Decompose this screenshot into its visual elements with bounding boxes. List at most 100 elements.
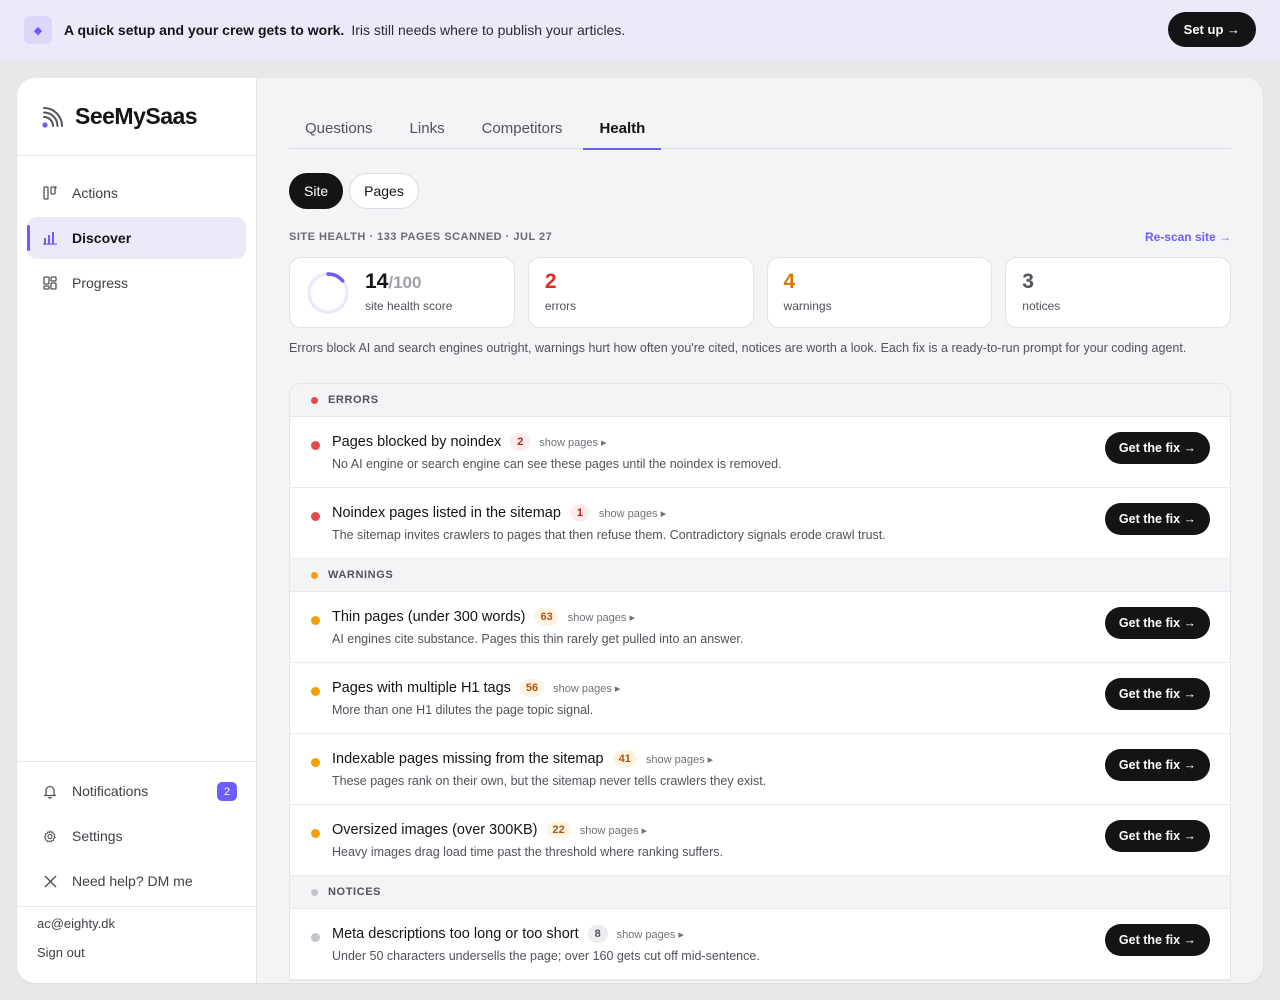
get-the-fix-button[interactable]: Get the fix → <box>1104 678 1210 710</box>
sidebar-item-notifications[interactable]: Notifications 2 <box>27 770 247 812</box>
issues-list: ERRORS Pages blocked by noindex 2 show page… <box>289 383 1231 981</box>
notification-count-badge: 2 <box>217 782 237 801</box>
sidebar: SeeMySaas Actions Discover Progress Noti… <box>17 78 257 983</box>
issue-title-row: Meta descriptions too long or too short 8… <box>332 925 684 943</box>
sidebar-item-label: Discover <box>72 230 132 246</box>
main-content: Questions Links Competitors Health Site … <box>289 78 1232 983</box>
errors-count: 2 <box>544 270 557 293</box>
rss-icon <box>42 106 63 128</box>
issue-row: Pages with multiple H1 tags 56 show pages … <box>290 663 1230 734</box>
sidebar-item-label: Actions <box>72 185 118 201</box>
warnings-count: 4 <box>783 270 796 293</box>
notices-count: 3 <box>1022 270 1034 293</box>
issue-title-row: Thin pages (under 300 words) 63 show pages… <box>332 608 635 626</box>
logo[interactable]: SeeMySaas <box>17 78 256 156</box>
sidebar-item-actions[interactable]: Actions <box>27 172 246 214</box>
diamond-icon: ◆ <box>24 16 52 44</box>
segment-pages[interactable]: Pages <box>349 173 419 209</box>
severity-dot <box>311 687 320 696</box>
issue-count-badge: 63 <box>534 608 559 626</box>
issue-description: Under 50 characters undersells the page;… <box>332 949 760 963</box>
x-icon <box>43 874 57 888</box>
get-the-fix-button[interactable]: Get the fix → <box>1104 607 1210 639</box>
health-score-label: site health score <box>365 299 453 313</box>
issue-count-badge: 22 <box>546 821 571 839</box>
sidebar-footer: Notifications 2 Settings Need help? DM m… <box>17 761 257 983</box>
app-window: SeeMySaas Actions Discover Progress Noti… <box>17 78 1263 983</box>
issue-row: Thin pages (under 300 words) 63 show pages… <box>290 592 1230 663</box>
actions-icon <box>43 186 57 200</box>
issue-row: Meta descriptions too long or too short 8… <box>290 909 1230 980</box>
show-pages-link[interactable]: show pages ▸ <box>568 611 635 624</box>
warnings-label: warnings <box>783 299 832 313</box>
sidebar-item-settings[interactable]: Settings <box>27 815 247 857</box>
show-pages-link[interactable]: show pages ▸ <box>580 824 647 837</box>
show-pages-link[interactable]: show pages ▸ <box>646 753 713 766</box>
get-the-fix-button[interactable]: Get the fix → <box>1104 924 1210 956</box>
bar-chart-icon <box>43 231 57 245</box>
banner-message: Iris still needs where to publish your a… <box>351 22 626 38</box>
severity-dot <box>311 888 318 896</box>
set-up-button[interactable]: Set up → <box>1167 12 1256 47</box>
issue-description: AI engines cite substance. Pages this th… <box>332 632 744 646</box>
issue-count-badge: 56 <box>519 679 545 697</box>
tab-health[interactable]: Health <box>583 108 662 150</box>
gear-icon <box>43 829 57 843</box>
get-the-fix-button[interactable]: Get the fix → <box>1104 432 1210 464</box>
group-header-warnings: WARNINGS <box>290 559 1230 592</box>
issue-description: More than one H1 dilutes the page topic … <box>332 703 594 717</box>
issue-description: The sitemap invites crawlers to pages th… <box>332 528 886 542</box>
issue-row: Indexable pages missing from the sitemap… <box>290 734 1230 805</box>
sidebar-item-discover[interactable]: Discover <box>27 217 246 259</box>
get-the-fix-button[interactable]: Get the fix → <box>1104 749 1210 781</box>
show-pages-link[interactable]: show pages ▸ <box>599 507 666 520</box>
severity-dot <box>311 396 318 404</box>
tab-competitors[interactable]: Competitors <box>466 108 579 149</box>
banner-headline: A quick setup and your crew gets to work… <box>64 22 345 38</box>
issue-description: No AI engine or search engine can see th… <box>332 457 782 471</box>
rescan-site-link[interactable]: Re-scan site → <box>1145 230 1231 244</box>
summary-cards: 14/100 site health score 2 errors 4 warn… <box>289 257 1232 328</box>
show-pages-link[interactable]: show pages ▸ <box>539 436 606 449</box>
issue-row: Noindex pages listed in the sitemap 1 show… <box>290 488 1230 559</box>
issue-title-row: Noindex pages listed in the sitemap 1 show… <box>332 504 666 522</box>
scan-summary: SITE HEALTH · 133 PAGES SCANNED · JUL 27 <box>289 231 553 243</box>
get-the-fix-button[interactable]: Get the fix → <box>1104 503 1210 535</box>
issue-row: Oversized images (over 300KB) 22 show page… <box>290 805 1230 876</box>
show-pages-link[interactable]: show pages ▸ <box>553 682 620 695</box>
bell-icon <box>43 784 57 799</box>
tab-links[interactable]: Links <box>394 108 461 149</box>
sidebar-item-label: Need help? DM me <box>72 873 193 889</box>
warnings-card: 4 warnings <box>766 257 993 328</box>
tab-questions[interactable]: Questions <box>289 108 389 149</box>
get-the-fix-button[interactable]: Get the fix → <box>1104 820 1210 852</box>
issue-title: Indexable pages missing from the sitemap <box>332 751 604 767</box>
sidebar-item-label: Settings <box>72 828 123 844</box>
sign-out-link[interactable]: Sign out <box>37 945 237 960</box>
brand-name: SeeMySaas <box>75 103 198 129</box>
issue-title-row: Pages blocked by noindex 2 show pages ▸ <box>332 433 607 451</box>
health-score-card: 14/100 site health score <box>289 257 515 328</box>
issue-title: Noindex pages listed in the sitemap <box>332 505 561 521</box>
segment-site[interactable]: Site <box>289 173 344 209</box>
account-panel: ac@eighty.dk Sign out <box>17 906 257 983</box>
errors-label: errors <box>544 299 577 313</box>
issue-title-row: Oversized images (over 300KB) 22 show page… <box>332 821 647 839</box>
severity-dot <box>311 441 320 450</box>
issue-title: Thin pages (under 300 words) <box>332 609 526 625</box>
main-nav: Actions Discover Progress <box>17 156 256 304</box>
health-score-ring <box>307 272 349 314</box>
show-pages-link[interactable]: show pages ▸ <box>617 928 684 941</box>
issue-count-badge: 8 <box>587 925 608 943</box>
issue-title-row: Pages with multiple H1 tags 56 show pages … <box>332 679 620 697</box>
errors-card: 2 errors <box>527 257 754 328</box>
severity-dot <box>311 758 320 767</box>
setup-banner: ◆ A quick setup and your crew gets to wo… <box>0 0 1280 60</box>
sidebar-item-progress[interactable]: Progress <box>27 262 246 304</box>
issue-title-row: Indexable pages missing from the sitemap… <box>332 750 713 768</box>
sidebar-item-help[interactable]: Need help? DM me <box>27 860 247 902</box>
sidebar-item-label: Notifications <box>72 783 149 799</box>
group-header-errors: ERRORS <box>290 384 1230 417</box>
issue-row: Pages blocked by noindex 2 show pages ▸ No … <box>290 417 1230 488</box>
notices-card: 3 notices <box>1005 257 1232 328</box>
